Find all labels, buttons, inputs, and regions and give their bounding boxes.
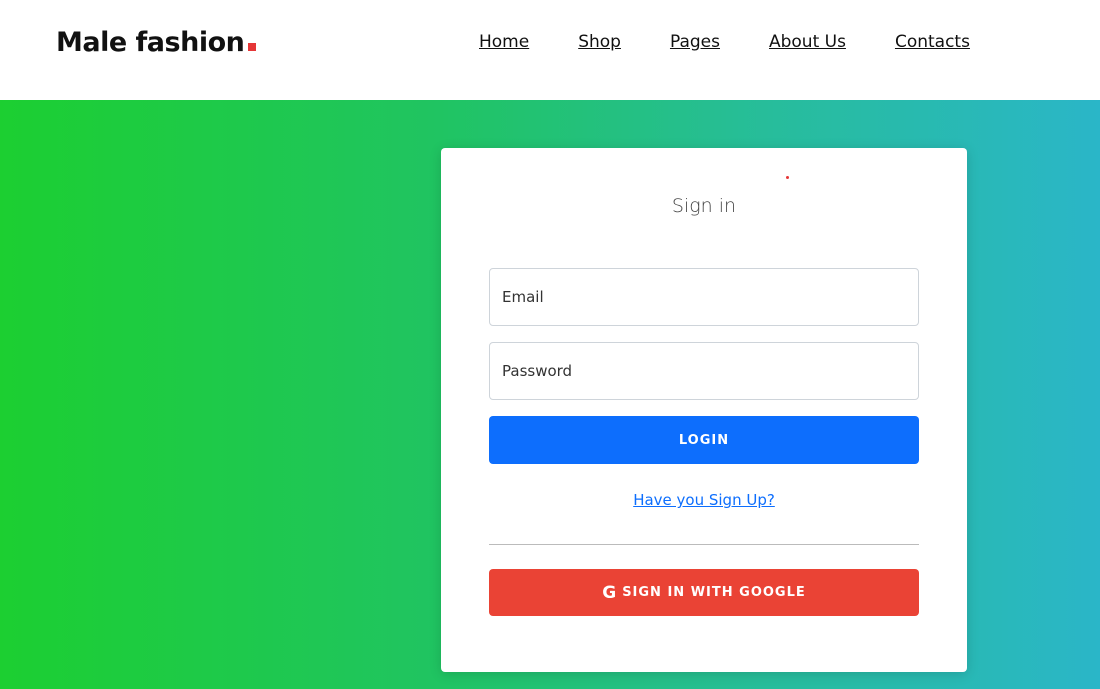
logo-dot [248, 43, 257, 51]
signup-link[interactable]: Have you Sign Up? [633, 491, 775, 509]
main-nav: Home Shop Pages About Us Contacts [479, 32, 970, 52]
email-field[interactable] [489, 268, 919, 326]
google-g-icon: G [602, 582, 617, 603]
login-button-label: LOGIN [678, 432, 730, 448]
password-field[interactable] [489, 342, 919, 400]
nav-about-us[interactable]: About Us [769, 32, 846, 52]
signin-card: Sign in LOGIN Have you Sign Up? G SIGN I… [441, 148, 967, 672]
signin-title: Sign in [671, 195, 737, 217]
site-header: Male fashion Home Shop Pages About Us Co… [0, 0, 1100, 100]
nav-shop[interactable]: Shop [578, 32, 621, 52]
nav-pages[interactable]: Pages [670, 32, 720, 52]
logo-text: Male fashion [56, 27, 245, 58]
google-signin-button[interactable]: G SIGN IN WITH GOOGLE [489, 569, 919, 616]
login-button[interactable]: LOGIN [489, 416, 919, 464]
hero-background: Sign in LOGIN Have you Sign Up? G SIGN I… [0, 100, 1100, 689]
logo[interactable]: Male fashion [56, 27, 257, 58]
signup-link-wrapper: Have you Sign Up? [441, 491, 967, 509]
decorative-dot [786, 176, 789, 179]
google-button-label: SIGN IN WITH GOOGLE [622, 585, 806, 600]
nav-home[interactable]: Home [479, 32, 529, 52]
divider [489, 544, 919, 545]
nav-contacts[interactable]: Contacts [895, 32, 970, 52]
